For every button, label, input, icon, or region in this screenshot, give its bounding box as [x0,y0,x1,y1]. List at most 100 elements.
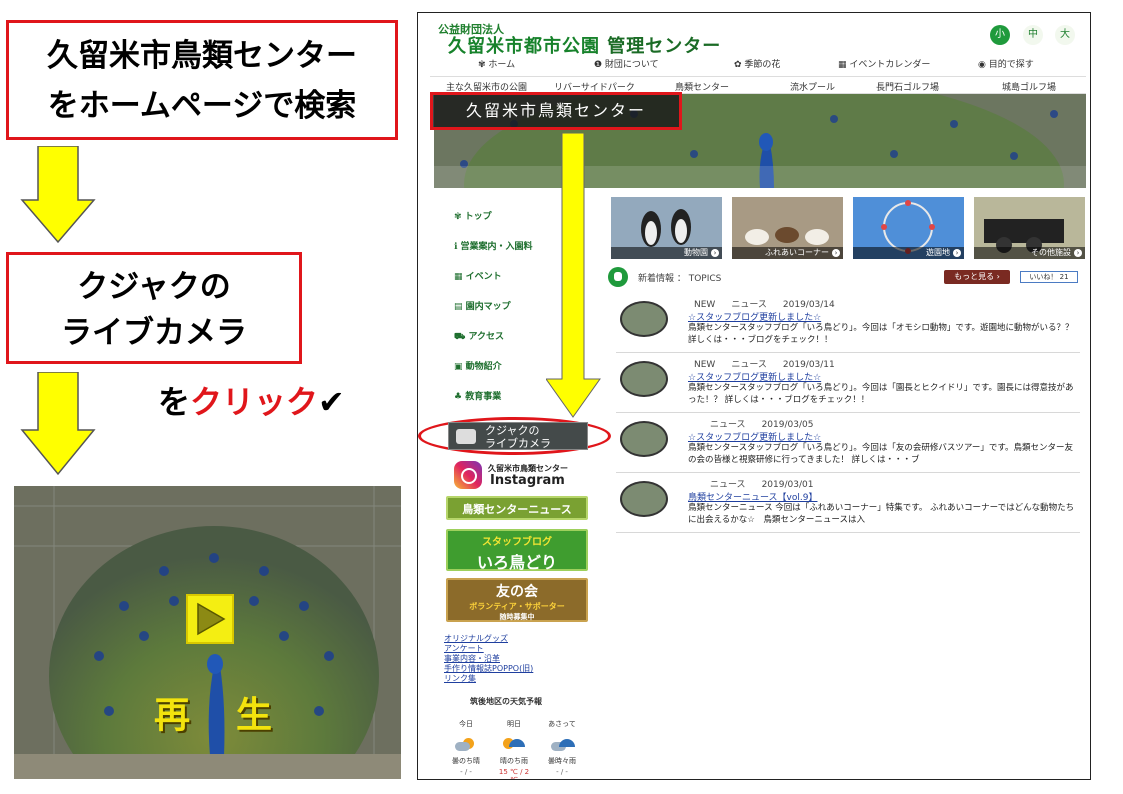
site-title[interactable]: 久留米市都市公園 管理センター [448,32,721,58]
subnav-pool[interactable]: 流水プール [790,80,835,93]
down-arrow-icon [20,372,96,476]
sunny-then-rain-icon [503,738,525,752]
news-date: 2019/03/14 [782,300,835,310]
friends-club-banner[interactable]: 友の会 ボランティア・サポーター 随時募集中 [446,578,588,622]
thumb-other-label: その他施設 [974,247,1085,259]
like-button[interactable]: いいね！ 21 [1020,271,1078,283]
news-thumbnail [620,421,668,457]
down-arrow-icon [20,146,96,244]
play-label-left: 再 [154,695,191,736]
instagram-banner[interactable]: 久留米市鳥類センター Instagram [454,461,586,489]
weather-day: 今日 [459,720,473,728]
step2-line1: クジャクの [77,269,231,305]
weather-title: 筑後地区の天気予報 [470,697,542,706]
news-tag: NEW [694,300,716,310]
play-button[interactable] [186,594,234,644]
topics-icon [608,267,628,287]
side-links: オリジナルグッズ アンケート 事業内容・沿革 手作り情報誌POPPO(旧) リン… [444,633,533,683]
topics-title: 新着情報 ： TOPICS [638,274,722,284]
news-body: 鳥類センタースタッフブログ「いろ鳥どり」。今回は「オモシロ動物」です。遊園地に動… [688,323,1074,345]
cloudy-rain-icon [551,738,575,752]
news-body: 鳥類センタースタッフブログ「いろ鳥どり」。今回は「友の会研修バスツアー」です。鳥… [688,443,1073,465]
click-word: クリック [190,383,319,421]
link-survey[interactable]: アンケート [444,643,533,653]
news-item[interactable]: NEW ニュース 2019/03/11 ☆スタッフブログ更新しました☆ 鳥類センター… [616,355,1080,413]
camera-button-line1: クジャクの [485,424,540,437]
news-item[interactable]: ニュース 2019/03/01 鳥類センターニュース【vol.9】 鳥類センターニ… [616,475,1080,533]
play-icon [197,602,226,636]
news-thumbnail [620,481,668,517]
font-size-small-button[interactable]: 小 [990,25,1010,45]
see-more-button[interactable]: もっと見る › [944,270,1010,284]
news-thumbnail [620,361,668,397]
news-tag: NEW [694,360,716,370]
link-poppo-magazine[interactable]: 手作り情報誌POPPO(旧) [444,663,533,673]
news-category: ニュース [710,480,746,490]
step1-line1: 久留米市鳥類センター [47,38,357,74]
down-arrow-icon [546,133,601,418]
subnav-bird-center[interactable]: 鳥類センター [675,80,729,93]
site-title-main: 久留米市都市公園 [448,36,600,57]
news-date: 2019/03/11 [782,360,835,370]
step2-line2: ライブカメラ [61,315,247,351]
click-instruction: をクリック✔ [158,377,345,423]
news-thumbnail [620,301,668,337]
peacock-live-video[interactable]: 再 生 [14,486,401,779]
thumb-zoo[interactable]: 動物園 [611,197,722,259]
news-body: 鳥類センタースタッフブログ「いろ鳥どり」。今回は「園長とヒクイドリ」です。園長に… [688,383,1074,405]
check-icon: ✔ [318,383,345,421]
weather-temp: 15 ℃ / 2 ℃ [498,768,530,780]
friends-club-subtitle: ボランティア・サポーター [469,602,565,611]
friends-club-title: 友の会 [496,584,538,600]
news-body: 鳥類センターニュース 今回は「ふれあいコーナー」特集です。 ふれあいコーナーでは… [688,503,1075,525]
camera-button-line2: ライブカメラ [485,437,551,450]
staff-blog-title: いろ鳥どり [476,553,557,572]
news-category: ニュース [731,360,767,370]
subnav-nagatoishi-golf[interactable]: 長門石ゴルフ場 [876,80,939,93]
step1-search-instruction: 久留米市鳥類センター をホームページで検索 [6,20,398,140]
instagram-icon [454,461,482,489]
nav-home[interactable]: ✾ ホーム [478,57,515,70]
birds-center-webpage: 公益財団法人 久留米市都市公園 管理センター 小 中 大 ✾ ホーム ❶ 財団に… [417,12,1091,780]
top-navigation: ✾ ホーム ❶ 財団について ✿ 季節の花 ▦ イベントカレンダー ◉ 目的で探… [438,57,1078,73]
thumb-amusement-park[interactable]: 遊園地 [853,197,964,259]
step1-line2: をホームページで検索 [47,88,357,124]
hero-label-bird-center: 久留米市鳥類センター [430,92,682,130]
news-item[interactable]: ニュース 2019/03/05 ☆スタッフブログ更新しました☆ 鳥類センタースタッ… [616,415,1080,473]
weather-today: 今日 曇のち晴 - / - [446,719,486,776]
font-size-medium-button[interactable]: 中 [1023,25,1043,45]
topics-header: 新着情報 ： TOPICS もっと見る › いいね！ 21 [608,267,1080,287]
thumb-petting-corner[interactable]: ふれあいコーナー [732,197,843,259]
peacock-live-camera-button[interactable]: クジャクの ライブカメラ [448,422,588,450]
thumb-petting-label: ふれあいコーナー [732,247,843,259]
nav-event-calendar[interactable]: ▦ イベントカレンダー [838,57,930,70]
weather-day: 明日 [507,720,521,728]
news-category: ニュース [731,300,767,310]
cloudy-then-sunny-icon [455,738,477,752]
weather-desc: 曇のち晴 [452,757,480,765]
step2-camera-instruction: クジャクの ライブカメラ [6,252,302,364]
weather-temp: - / - [460,768,472,776]
weather-day-after: あさって 曇時々雨 - / - [542,719,582,776]
bird-center-news-banner[interactable]: 鳥類センターニュース [446,496,588,520]
weather-temp: - / - [556,768,568,776]
link-business-history[interactable]: 事業内容・沿革 [444,653,533,663]
link-links[interactable]: リンク集 [444,673,533,683]
weather-day: あさって [548,720,576,728]
nav-find-by-purpose[interactable]: ◉ 目的で探す [978,57,1034,70]
subnav-jojima-golf[interactable]: 城島ゴルフ場 [1002,80,1056,93]
staff-blog-banner[interactable]: スタッフブログ いろ鳥どり [446,529,588,572]
play-label-right: 生 [236,695,273,736]
thumb-other-facilities[interactable]: その他施設 [974,197,1085,259]
instagram-label: Instagram [490,473,565,488]
news-item[interactable]: NEW ニュース 2019/03/14 ☆スタッフブログ更新しました☆ 鳥類センター… [616,295,1080,353]
nav-about[interactable]: ❶ 財団について [594,57,659,70]
nav-seasonal-flowers[interactable]: ✿ 季節の花 [734,57,780,70]
news-date: 2019/03/05 [761,420,814,430]
link-original-goods[interactable]: オリジナルグッズ [444,633,533,643]
friends-club-recruiting: 随時募集中 [499,613,535,621]
font-size-large-button[interactable]: 大 [1055,25,1075,45]
weather-tomorrow: 明日 晴のち雨 15 ℃ / 2 ℃ [494,719,534,780]
weather-desc: 曇時々雨 [548,757,576,765]
staff-blog-label: スタッフブログ [482,537,552,548]
